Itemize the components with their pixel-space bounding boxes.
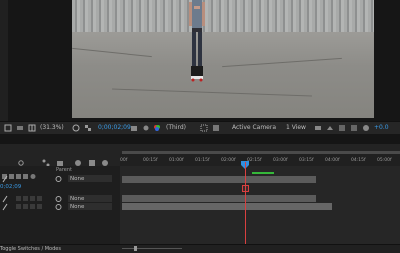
background-ground (72, 32, 374, 118)
time-tick: 01:00f (169, 158, 184, 163)
zoom-slider[interactable] (122, 248, 182, 249)
parent-dropdown[interactable]: None (68, 175, 112, 182)
time-tick: 05:00f (377, 158, 392, 163)
exposure-value[interactable]: +0.0 (374, 124, 389, 132)
edit-pencil-icon[interactable] (2, 175, 8, 186)
pixel-aspect-icon[interactable] (314, 124, 322, 132)
always-preview-icon[interactable] (4, 124, 12, 132)
camera-dropdown[interactable]: Active Camera (232, 124, 276, 132)
time-tick: 04:00f (325, 158, 340, 163)
mask-visibility-icon[interactable] (72, 124, 80, 132)
playhead-line (245, 162, 246, 244)
zoom-dropdown[interactable]: (31.3%) (40, 124, 64, 132)
skater-figure (189, 0, 205, 82)
transparency-grid-icon[interactable] (84, 124, 92, 132)
timeline-shortcut-icon[interactable] (338, 124, 346, 132)
toggle-switches-modes[interactable]: Toggle Switches / Modes (0, 246, 61, 252)
parent-column-header: Parent (56, 167, 73, 173)
parent-pickwhip-icon[interactable] (55, 175, 62, 186)
channel-icon[interactable] (153, 124, 161, 132)
background-wall (72, 0, 374, 32)
layer-row[interactable]: None (0, 195, 120, 203)
time-tick: 04:15f (351, 158, 366, 163)
time-tick: 03:15f (299, 158, 314, 163)
work-area-bar[interactable] (122, 151, 400, 154)
parent-pickwhip-icon[interactable] (55, 203, 62, 214)
region-of-interest-icon[interactable] (200, 124, 208, 132)
toggle-transparency-icon[interactable] (212, 124, 220, 132)
flowchart-icon[interactable] (350, 124, 358, 132)
time-tick: 01:15f (195, 158, 210, 163)
layer-duration-bar[interactable] (122, 176, 316, 183)
panel-gap (0, 134, 400, 144)
layer-duration-bar[interactable] (122, 203, 332, 210)
time-tick: 00:15f (143, 158, 158, 163)
current-time-display[interactable]: 0;00;02;09 (98, 124, 131, 132)
parent-dropdown[interactable]: None (68, 203, 112, 210)
composition-frame[interactable] (72, 0, 374, 118)
layer-duration-bar[interactable] (122, 195, 316, 202)
zoom-slider-handle[interactable] (134, 246, 137, 251)
time-tick: 03:00f (273, 158, 288, 163)
layer-row[interactable]: None (0, 175, 120, 183)
resolution-dropdown[interactable]: (Third) (166, 124, 186, 132)
time-tick: 00f (120, 158, 128, 163)
time-tick: 02:00f (221, 158, 236, 163)
show-snapshot-icon[interactable] (142, 124, 150, 132)
switch-column-icons (0, 166, 50, 179)
viewer-toolbar: (31.3%) 0;00;02;09 (Third) Active Camera… (0, 121, 400, 135)
layer-switch-boxes[interactable] (16, 204, 46, 213)
layer-row[interactable]: None (0, 203, 120, 211)
edit-pencil-icon[interactable] (2, 203, 8, 214)
snapshot-icon[interactable] (130, 124, 138, 132)
fast-preview-icon[interactable] (326, 124, 334, 132)
magnify-icon[interactable] (16, 124, 24, 132)
parent-dropdown[interactable]: None (68, 195, 112, 202)
exposure-reset-icon[interactable] (362, 124, 370, 132)
cached-frames-indicator (252, 172, 274, 174)
view-layout-dropdown[interactable]: 1 View (286, 124, 306, 132)
grid-icon[interactable] (28, 124, 36, 132)
playhead-marker[interactable] (241, 154, 249, 169)
time-tick: 02:15f (247, 158, 262, 163)
